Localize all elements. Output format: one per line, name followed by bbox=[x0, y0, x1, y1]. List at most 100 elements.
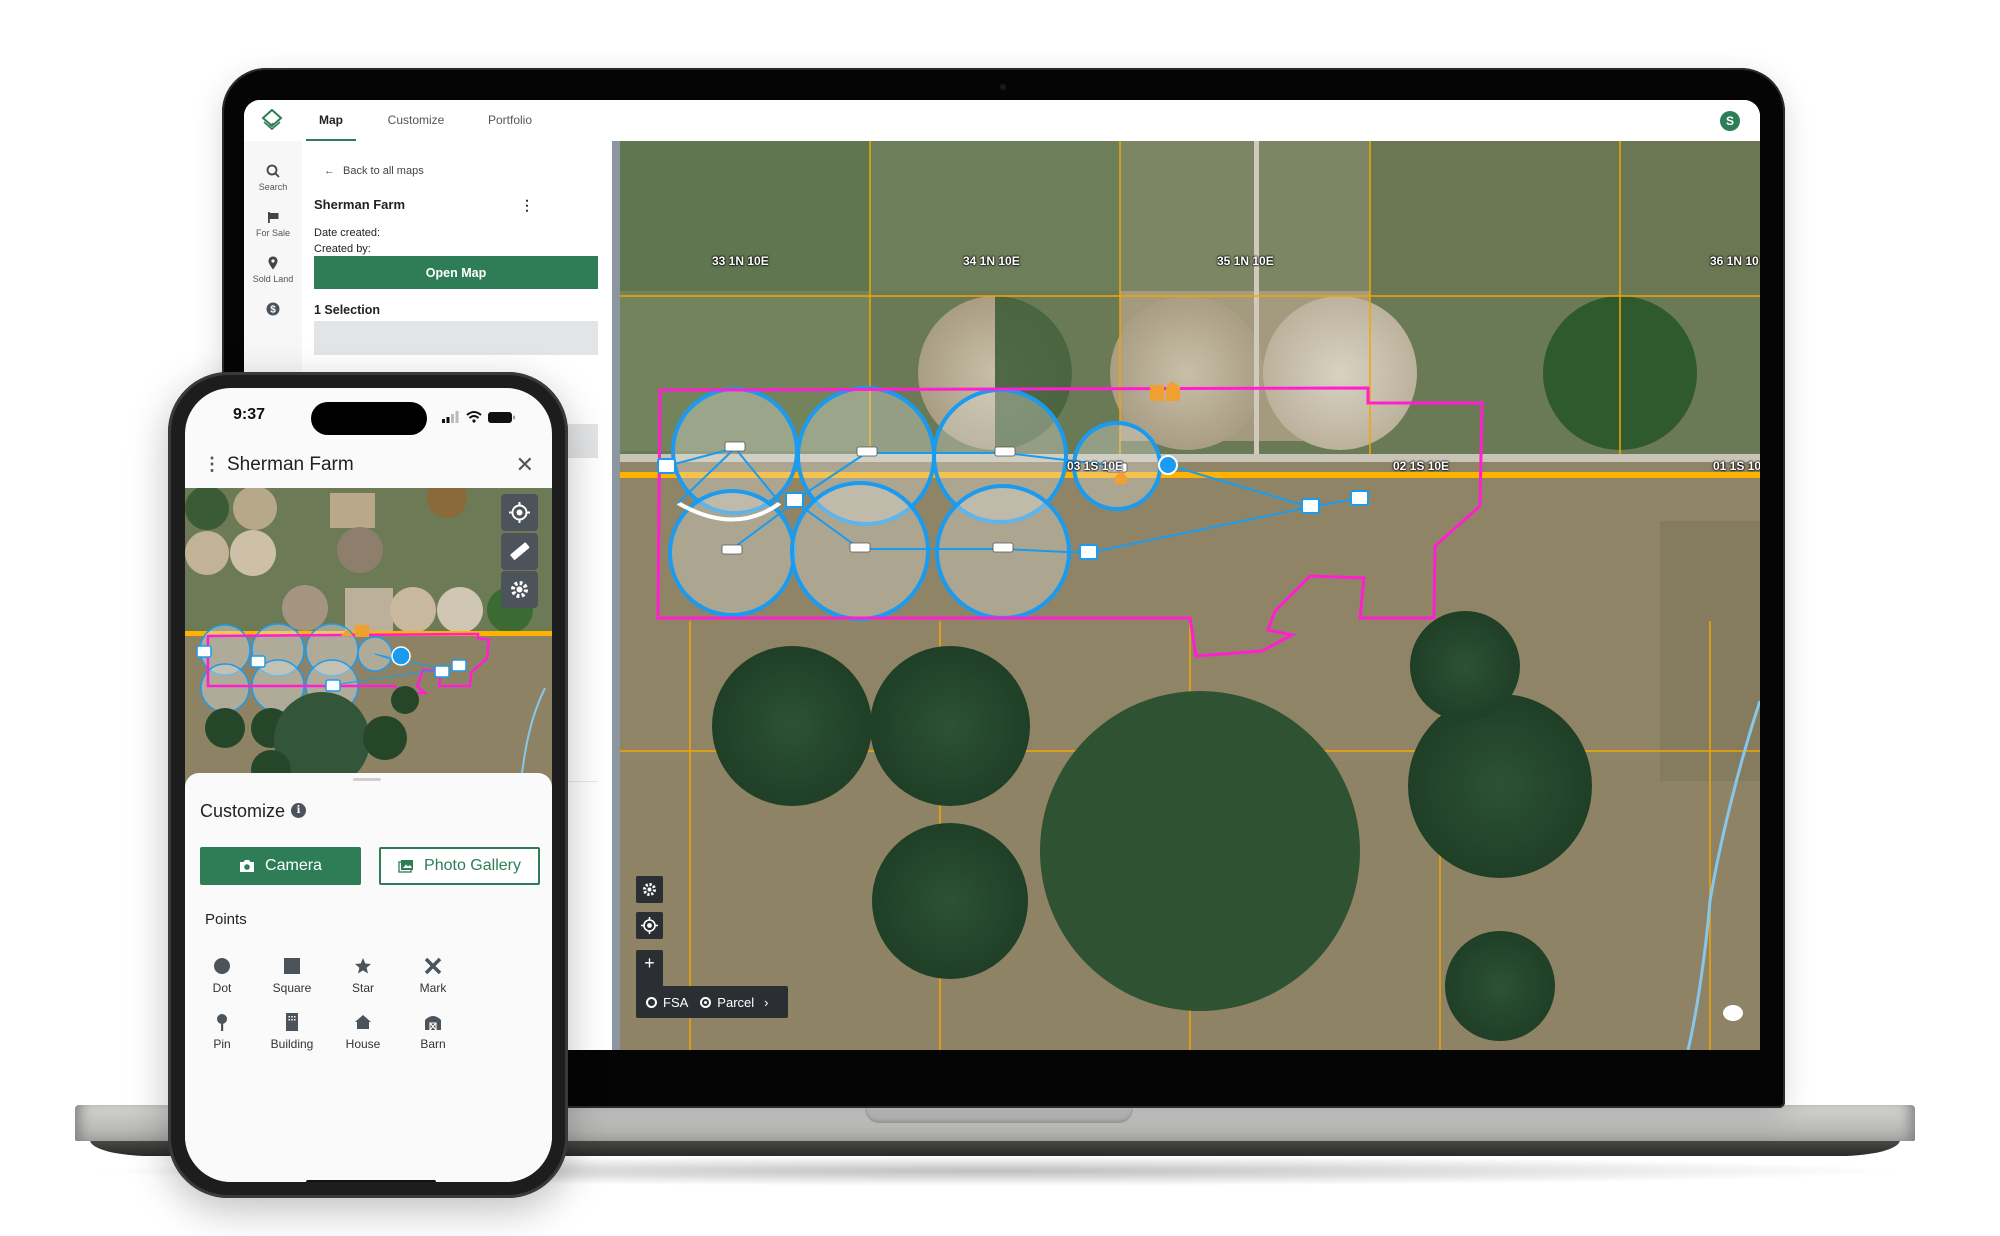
section-label: 01 1S 10 bbox=[1713, 459, 1760, 473]
star-icon bbox=[355, 958, 371, 974]
dot-icon bbox=[214, 958, 230, 974]
point-option-barn[interactable]: Barn bbox=[393, 1013, 473, 1051]
satellite-map[interactable]: 33 1N 10E 34 1N 10E 35 1N 10E 36 1N 10 0… bbox=[620, 141, 1760, 1050]
flag-icon bbox=[268, 212, 279, 223]
point-option-star[interactable]: Star bbox=[323, 957, 403, 995]
fsa-label[interactable]: FSA bbox=[663, 995, 688, 1010]
phone-map-canvas bbox=[185, 488, 552, 788]
draw-handle[interactable] bbox=[391, 646, 411, 666]
parcel-label[interactable]: Parcel bbox=[717, 995, 754, 1010]
svg-text:$: $ bbox=[270, 305, 276, 316]
pivot-field bbox=[363, 716, 407, 760]
point-label: Mark bbox=[419, 981, 447, 995]
x-mark-icon bbox=[424, 957, 442, 975]
pivot-field bbox=[391, 686, 419, 714]
locate-me-button[interactable] bbox=[636, 912, 663, 939]
crosshair-icon bbox=[641, 917, 658, 934]
point-label: Barn bbox=[420, 1037, 446, 1051]
measure-button[interactable] bbox=[501, 533, 538, 570]
created-by-label: Created by: bbox=[314, 243, 371, 255]
pin-icon bbox=[217, 1014, 227, 1031]
point-option-house[interactable]: House bbox=[323, 1013, 403, 1051]
signal-icon bbox=[442, 411, 459, 423]
back-to-all-maps-link[interactable]: ← Back to all maps bbox=[324, 165, 424, 177]
map-indicator bbox=[1723, 1005, 1743, 1021]
sidebar-item-pricing[interactable]: $ bbox=[244, 301, 302, 320]
point-label: Star bbox=[351, 981, 374, 995]
sidebar-item-search[interactable]: Search bbox=[244, 163, 302, 192]
customize-title: Customize bbox=[200, 801, 286, 821]
tab-portfolio[interactable]: Portfolio bbox=[470, 100, 550, 141]
search-icon bbox=[266, 164, 280, 178]
gallery-icon bbox=[398, 860, 414, 873]
open-map-button[interactable]: Open Map bbox=[314, 256, 598, 289]
app-header: Map Customize Portfolio S bbox=[244, 100, 1760, 142]
location-pin-icon bbox=[268, 256, 278, 270]
locate-me-button[interactable] bbox=[501, 494, 538, 531]
phone-map-title: Sherman Farm bbox=[227, 454, 354, 475]
phone-satellite-map[interactable] bbox=[185, 488, 552, 788]
pivot-field bbox=[1040, 691, 1360, 1011]
radio-parcel[interactable] bbox=[700, 996, 712, 1008]
point-label: Square bbox=[272, 981, 312, 995]
point-option-dot[interactable]: Dot bbox=[185, 957, 262, 995]
gear-icon bbox=[511, 581, 528, 598]
field bbox=[1370, 141, 1760, 291]
sidebar-item-label: For Sale bbox=[255, 228, 290, 238]
user-avatar[interactable]: S bbox=[1720, 111, 1740, 131]
sidebar-item-for-sale[interactable]: For Sale bbox=[244, 209, 302, 238]
camera-icon bbox=[240, 860, 255, 872]
settings-button[interactable] bbox=[501, 571, 538, 608]
panel-scrollbar[interactable] bbox=[612, 141, 620, 1050]
pivot-field bbox=[872, 823, 1028, 979]
tab-map[interactable]: Map bbox=[306, 100, 356, 141]
sidebar-item-sold-land[interactable]: Sold Land bbox=[244, 255, 302, 284]
crosshair-icon bbox=[509, 502, 530, 523]
pivot-field bbox=[870, 646, 1030, 806]
selection-item[interactable] bbox=[314, 321, 598, 355]
radio-fsa[interactable] bbox=[646, 996, 657, 1008]
barn-icon bbox=[425, 1016, 441, 1031]
pivot-field bbox=[1263, 296, 1417, 450]
point-option-mark[interactable]: Mark bbox=[393, 957, 473, 995]
more-options-icon[interactable]: ⋮ bbox=[520, 197, 534, 214]
tab-customize[interactable]: Customize bbox=[364, 100, 468, 141]
gear-icon bbox=[643, 883, 656, 896]
points-heading: Points bbox=[205, 911, 247, 928]
photo-gallery-button[interactable]: Photo Gallery bbox=[379, 847, 540, 885]
point-option-pin[interactable]: Pin bbox=[185, 1013, 262, 1051]
pivot-field bbox=[233, 488, 277, 530]
section-label: 33 1N 10E bbox=[712, 254, 769, 268]
map-settings-button[interactable] bbox=[636, 876, 663, 903]
home-indicator bbox=[306, 1180, 436, 1182]
point-option-square[interactable]: Square bbox=[252, 957, 332, 995]
road bbox=[1254, 141, 1259, 454]
camera-button[interactable]: Camera bbox=[200, 847, 361, 885]
pivot-field bbox=[185, 531, 229, 575]
point-label: Dot bbox=[212, 981, 232, 995]
sheet-drag-handle[interactable] bbox=[353, 778, 381, 781]
close-icon[interactable]: ✕ bbox=[516, 452, 534, 478]
dynamic-island bbox=[311, 402, 427, 435]
point-label: Building bbox=[270, 1037, 314, 1051]
status-time: 9:37 bbox=[233, 406, 266, 423]
more-options-icon[interactable]: ⋮ bbox=[203, 454, 221, 475]
farm-title: Sherman Farm bbox=[314, 197, 406, 212]
draw-handle[interactable] bbox=[1158, 455, 1178, 475]
laptop-camera bbox=[1000, 84, 1006, 90]
building-icon bbox=[286, 1013, 298, 1031]
pivot-field bbox=[1410, 611, 1520, 721]
pivot-field bbox=[282, 585, 328, 631]
point-label: Pin bbox=[213, 1037, 231, 1051]
point-option-building[interactable]: Building bbox=[252, 1013, 332, 1051]
battery-icon bbox=[488, 412, 515, 423]
info-icon[interactable]: i bbox=[291, 803, 306, 818]
pivot-field bbox=[1408, 694, 1592, 878]
app-logo-icon[interactable] bbox=[260, 108, 284, 132]
pivot-field bbox=[390, 587, 436, 633]
chevron-right-icon[interactable]: › bbox=[764, 995, 768, 1010]
date-created-label: Date created: bbox=[314, 227, 381, 239]
zoom-in-button[interactable]: + bbox=[636, 950, 663, 977]
house-icon bbox=[355, 1015, 371, 1029]
sidebar-item-label: Sold Land bbox=[252, 274, 294, 284]
